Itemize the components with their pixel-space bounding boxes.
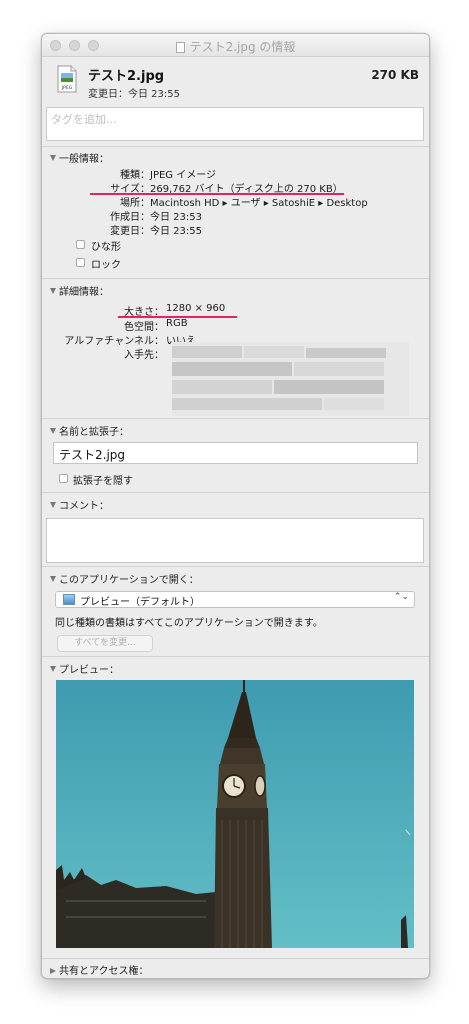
color-space-label: 色空間： xyxy=(124,322,164,333)
hide-extension-checkbox[interactable] xyxy=(59,474,68,483)
color-space-value: RGB xyxy=(166,318,188,329)
tags-input[interactable]: タグを追加... xyxy=(46,107,424,141)
section-comments[interactable]: コメント： xyxy=(50,497,109,512)
change-all-button[interactable]: すべてを変更... xyxy=(57,635,153,652)
created-label: 作成日： xyxy=(110,212,150,223)
section-sharing[interactable]: 共有とアクセス権： xyxy=(50,962,149,977)
modified-date: 変更日：今日 23:55 xyxy=(88,89,180,100)
disclosure-triangle-icon xyxy=(50,155,56,161)
modified-value: 今日 23:55 xyxy=(150,226,202,237)
alpha-channel-label: アルファチャンネル： xyxy=(64,336,164,347)
disclosure-triangle-icon xyxy=(50,968,56,974)
window-title: テスト2.jpg の情報 xyxy=(42,38,429,55)
kind-label: 種類： xyxy=(120,170,150,181)
open-with-app-name: プレビュー（デフォルト） xyxy=(80,597,200,608)
open-with-note: 同じ種類の書類はすべてこのアプリケーションで開きます。 xyxy=(55,618,323,629)
created-value: 今日 23:53 xyxy=(150,212,202,223)
comments-input[interactable] xyxy=(46,518,424,563)
title-bar: テスト2.jpg の情報 xyxy=(42,34,429,57)
section-divider xyxy=(42,278,429,279)
disclosure-triangle-icon xyxy=(50,576,56,582)
section-general[interactable]: 一般情報： xyxy=(50,150,109,165)
section-open-with[interactable]: このアプリケーションで開く： xyxy=(50,571,199,586)
section-name-extension[interactable]: 名前と拡張子： xyxy=(50,423,129,438)
disclosure-triangle-icon xyxy=(50,288,56,294)
section-divider xyxy=(42,146,429,147)
preview-app-icon xyxy=(63,594,75,605)
redacted-source xyxy=(172,342,409,416)
disclosure-triangle-icon xyxy=(50,502,56,508)
big-ben-photo xyxy=(56,680,414,948)
jpeg-icon-label: JPEG xyxy=(61,85,73,91)
open-with-popup[interactable]: プレビュー（デフォルト） ⌃⌄ xyxy=(55,591,415,608)
disclosure-triangle-icon xyxy=(50,428,56,434)
section-divider xyxy=(42,492,429,493)
disclosure-triangle-icon xyxy=(50,666,56,672)
jpeg-file-icon: JPEG xyxy=(57,65,77,93)
section-divider xyxy=(42,418,429,419)
where-from-label: 入手先： xyxy=(124,350,164,361)
where-value: Macintosh HD ▸ ユーザ ▸ SatoshiE ▸ Desktop xyxy=(150,198,368,209)
where-label: 場所： xyxy=(120,198,150,209)
file-name: テスト2.jpg xyxy=(88,69,165,84)
info-window: テスト2.jpg の情報 JPEG テスト2.jpg 270 KB 変更日：今日… xyxy=(41,33,430,979)
dimensions-value: 1280 × 960 xyxy=(166,303,226,314)
section-divider xyxy=(42,958,429,959)
stationery-checkbox[interactable] xyxy=(76,240,85,249)
stationery-label: ひな形 xyxy=(91,242,121,253)
section-preview[interactable]: プレビュー： xyxy=(50,661,119,676)
file-size: 270 KB xyxy=(371,68,419,82)
document-icon xyxy=(175,42,185,53)
section-more-info[interactable]: 詳細情報： xyxy=(50,283,109,298)
modified-label: 変更日： xyxy=(110,226,150,237)
name-field[interactable]: テスト2.jpg xyxy=(53,442,418,464)
hide-extension-label: 拡張子を隠す xyxy=(73,476,133,487)
section-divider xyxy=(42,566,429,567)
preview-image xyxy=(56,680,414,948)
kind-value: JPEG イメージ xyxy=(150,170,217,181)
locked-checkbox[interactable] xyxy=(76,258,85,267)
chevron-updown-icon: ⌃⌄ xyxy=(393,592,409,602)
section-divider xyxy=(42,656,429,657)
locked-label: ロック xyxy=(91,260,121,271)
